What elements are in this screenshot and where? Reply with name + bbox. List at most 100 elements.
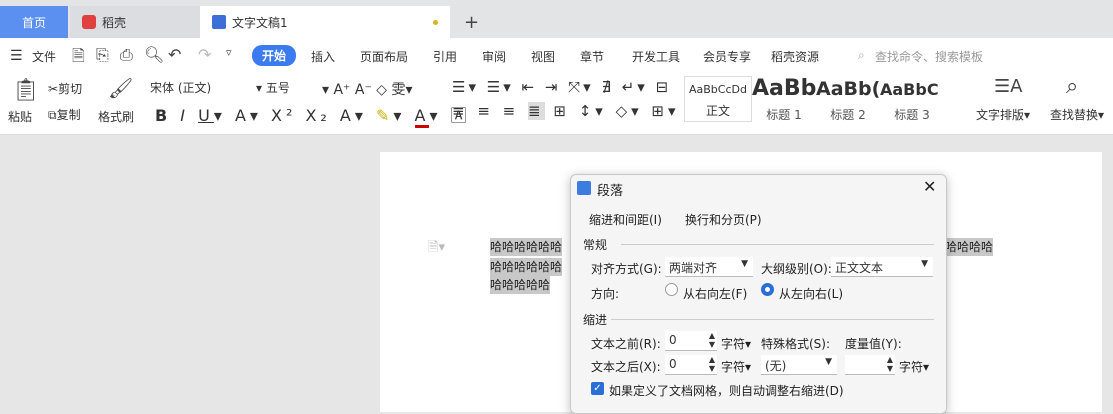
style-normal[interactable]: AaBbCcDd 正文 [684,76,752,122]
font-format-buttons[interactable]: B I U▾ A▾ X² X₂ A▾ ✎▾ A▾ 🄰 [155,102,471,128]
paste-button[interactable]: 粘贴 [8,108,32,125]
menu-developer[interactable]: 开发工具 [632,48,680,65]
style-label: 正文 [705,104,730,118]
tab-line-page-breaks[interactable]: 换行和分页(P) [685,211,762,228]
menu-home[interactable]: 开始 [252,45,297,66]
text-layout-button[interactable]: 文字排版▾ [976,106,1030,123]
dialog-title: 段落 [597,184,624,199]
find-replace-button[interactable]: 查找替换▾ [1050,106,1104,123]
paragraph-tools[interactable]: ☰▾ ☰▾ ⇤ ⇥ ⤧▾ ∄ ↵▾ ⊟ [452,78,671,96]
paste-icon[interactable]: 📋︎ [12,78,40,103]
font-size-value: 五号 [265,81,290,95]
document-line[interactable]: 哈哈哈哈哈哈 [490,258,563,276]
before-label: 文本之前(R): [591,337,661,351]
style-heading2[interactable]: AaBb( 标题 2 [816,78,880,124]
alignment-tools[interactable]: ≡ ≡ ≡ ≣ ⊞ ↕▾ ◇▾ ⊞▾ [452,102,680,120]
find-icon[interactable]: ⌕ [1066,74,1078,99]
unit-select[interactable]: 字符▾ [721,335,751,352]
menu-file[interactable]: 文件 [32,48,56,65]
indent-after-input[interactable]: 0 ▲ ▼ [665,355,717,375]
style-heading1[interactable]: AaBb 标题 1 [752,76,816,122]
menu-icon[interactable]: ☰ [10,48,23,64]
more-icon[interactable]: ▿ [226,46,232,59]
copy-button[interactable]: ⧉复制 [48,106,81,123]
alignment-value: 两端对齐 [669,261,718,275]
format-painter-button[interactable]: 格式刷 [98,108,134,125]
spinner-icon[interactable]: ▲ ▼ [887,355,893,373]
document-line[interactable]: 哈哈哈哈哈 [490,276,551,294]
measure-input[interactable]: ▲ ▼ [845,355,895,375]
undo-icon[interactable]: ↶ [168,45,181,64]
docer-icon [82,15,96,29]
style-heading3[interactable]: AaBbC 标题 3 [880,80,944,126]
unit-select[interactable]: 字符▾ [721,358,751,375]
font-select[interactable]: 宋体 (正文) [150,79,250,96]
chevron-down-icon: ▼ [921,259,928,269]
tab-label: 文字文稿1 [232,15,288,30]
unit-select[interactable]: 字符▾ [899,358,929,375]
ltr-label: 从左向右(L) [779,287,844,301]
menu-references[interactable]: 引用 [433,48,457,65]
paragraph-handle-icon[interactable]: 🗎▾ [428,238,445,260]
new-tab-button[interactable]: + [452,6,479,38]
search-icon: ⌕ [858,48,865,62]
redo-icon[interactable]: ↷ [198,45,211,64]
tab-bar: 首页 稻壳 文字文稿1 + [0,0,1113,38]
style-label: 标题 2 [830,108,866,122]
menu-review[interactable]: 审阅 [482,48,506,65]
indent-before-input[interactable]: 0 ▲ ▼ [665,331,717,351]
menu-layout[interactable]: 页面布局 [360,48,408,65]
spinner-icon[interactable]: ▲ ▼ [709,355,715,373]
spinner-icon[interactable]: ▲ ▼ [709,331,715,349]
special-format-select[interactable]: (无) ▼ [761,355,837,375]
export-icon[interactable]: ⎘ [96,45,109,65]
writer-icon [577,181,591,195]
special-label: 特殊格式(S): [761,337,831,351]
menu-docer-resources[interactable]: 稻壳资源 [771,48,819,65]
save-icon[interactable]: 🗎 [72,45,85,72]
indent-before-value: 0 [669,333,677,347]
tab-indent-spacing[interactable]: 缩进和间距(I) [589,211,662,228]
find-replace-label: 查找替换 [1050,108,1099,122]
tab-label: 首页 [21,15,46,30]
close-icon[interactable]: ✕ [923,177,936,196]
document-line-right[interactable]: 哈哈哈哈 [945,238,994,256]
after-label: 文本之后(X): [591,360,661,374]
menu-insert[interactable]: 插入 [311,48,335,65]
paragraph-dialog: 段落 ✕ 缩进和间距(I) 换行和分页(P) 常规 对齐方式(G): 两端对齐 ▼… [570,174,947,414]
style-preview: AaBb [752,76,816,101]
preview-icon[interactable]: 🔍︎ [144,45,164,64]
menu-view[interactable]: 视图 [531,48,555,65]
menu-member[interactable]: 会员专享 [703,48,751,65]
format-painter-icon[interactable]: 🖌︎ [108,76,133,100]
direction-label: 方向: [591,287,620,301]
command-search-input[interactable]: 查找命令、搜索模板 [875,48,983,65]
measure-label: 度量值(Y): [845,337,902,351]
ltr-radio[interactable] [761,283,774,296]
auto-adjust-checkbox[interactable]: ✓ [591,382,604,395]
alignment-select[interactable]: 两端对齐 ▼ [665,257,753,277]
print-icon[interactable]: ⎙ [120,45,133,65]
font-tools[interactable]: ▾ A⁺ A⁻ ◇ 雯▾ [322,79,413,99]
outline-level-select[interactable]: 正文文本 ▼ [831,257,933,277]
rtl-radio[interactable] [665,283,678,296]
tab-document[interactable]: 文字文稿1 [200,6,450,38]
menu-section[interactable]: 章节 [580,48,604,65]
divider [621,244,934,245]
tab-home[interactable]: 首页 [0,6,68,38]
indent-after-value: 0 [669,357,677,371]
text-layout-icon[interactable]: ☰A [994,76,1022,97]
chevron-down-icon: ▼ [825,357,832,367]
tab-label: 稻壳 [102,15,127,30]
chevron-down-icon: ▼ [741,259,748,269]
font-size-select[interactable]: ▾ 五号 [256,79,290,96]
copy-label: 复制 [56,108,81,122]
tab-docer[interactable]: 稻壳 [70,6,200,38]
unit-label: 字符 [721,360,746,374]
cut-button[interactable]: ✂剪切 [48,80,82,97]
style-preview: AaBb( [816,78,880,100]
cut-label: 剪切 [58,82,83,96]
style-label: 标题 3 [894,108,930,122]
divider [611,319,934,320]
document-line[interactable]: 哈哈哈哈哈哈 [490,238,563,256]
